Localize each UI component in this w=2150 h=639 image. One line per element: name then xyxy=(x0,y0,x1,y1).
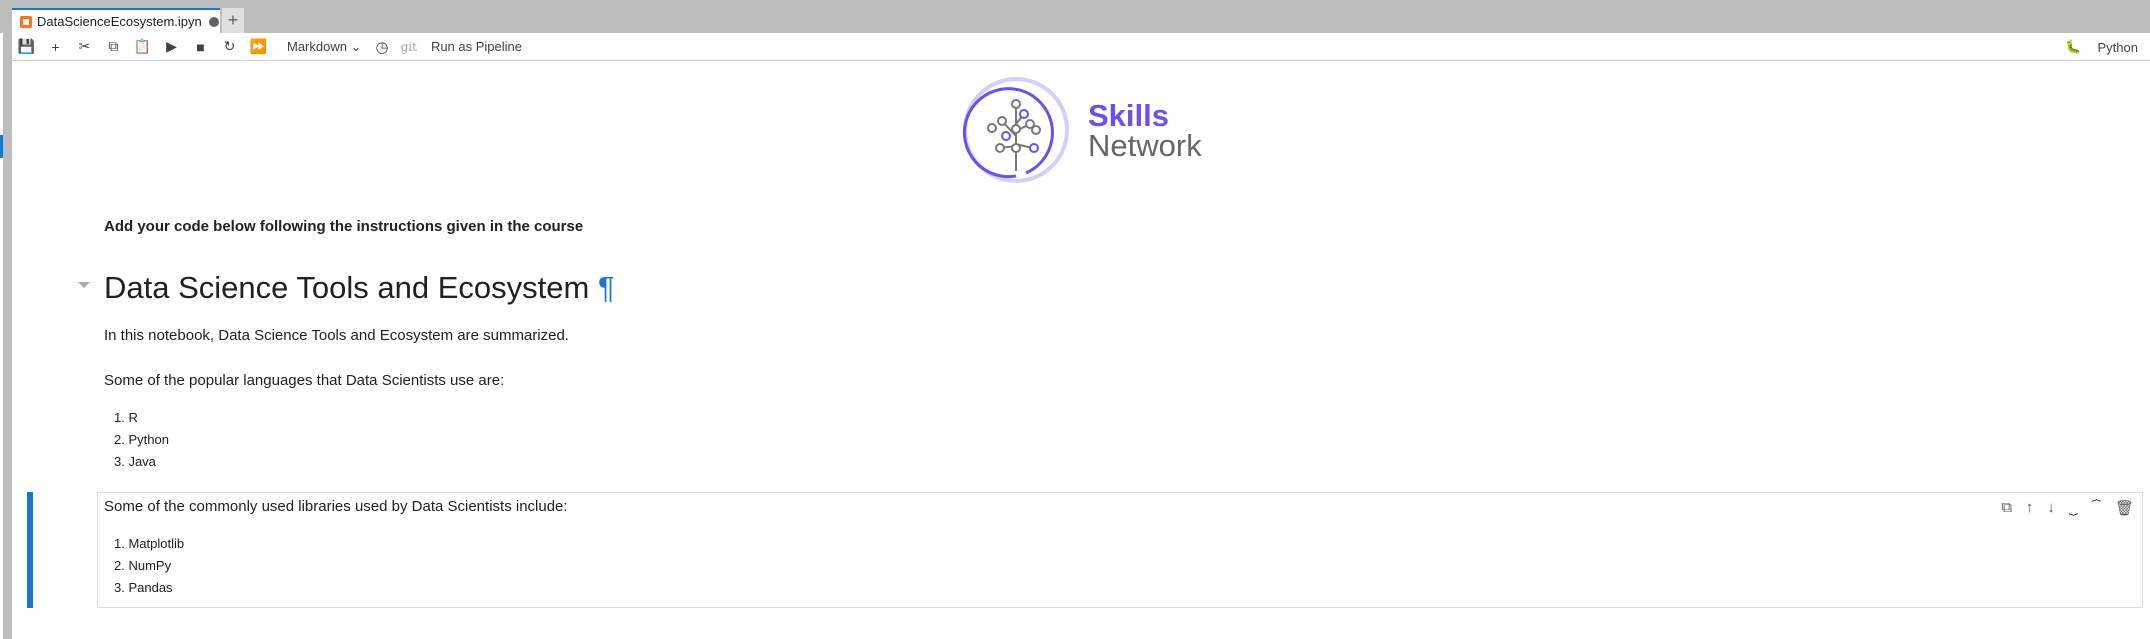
insert-above-icon[interactable]: ⏟ xyxy=(2069,499,2078,517)
kernel-name[interactable]: Python xyxy=(2098,40,2138,55)
anchor-link[interactable]: ¶ xyxy=(598,270,615,305)
clock-icon[interactable]: ◷ xyxy=(376,38,389,56)
delete-icon[interactable]: 🗑 xyxy=(2115,499,2134,517)
heading-text: Data Science Tools and Ecosystem xyxy=(104,270,590,305)
active-markdown-cell[interactable]: Some of the commonly used libraries used… xyxy=(97,492,2143,608)
add-tab-button[interactable]: + xyxy=(222,8,244,33)
chevron-down-icon: ⌄ xyxy=(350,38,362,54)
run-icon[interactable]: ▶ xyxy=(157,38,186,55)
move-up-icon[interactable]: ↑ xyxy=(2026,499,2034,517)
list-item: 2. Python xyxy=(114,432,169,447)
active-cell-bar[interactable] xyxy=(27,492,33,608)
sidebar-strip xyxy=(3,33,12,639)
fast-forward-icon[interactable]: ⏩ xyxy=(244,38,273,55)
paste-icon[interactable]: 📋 xyxy=(128,38,157,55)
cell-type-value: Markdown xyxy=(287,38,347,54)
intro-text: In this notebook, Data Science Tools and… xyxy=(104,327,569,344)
run-pipeline-button[interactable]: Run as Pipeline xyxy=(431,39,522,54)
collapse-caret-icon[interactable] xyxy=(78,282,90,288)
tab-title: DataScienceEcosystem.ipyn xyxy=(37,14,202,29)
add-icon[interactable]: + xyxy=(41,39,70,55)
instruction-text: Add your code below following the instru… xyxy=(104,218,584,235)
list-item: 1. Matplotlib xyxy=(114,536,185,551)
bug-icon[interactable]: 🐛 xyxy=(2065,39,2081,55)
skills-network-logo xyxy=(962,77,1069,183)
languages-intro: Some of the popular languages that Data … xyxy=(104,372,505,389)
active-indicator xyxy=(0,135,3,158)
copy-icon[interactable]: ⧉ xyxy=(99,38,128,55)
insert-below-icon[interactable]: ⏞ xyxy=(2092,499,2101,517)
save-icon[interactable]: 💾 xyxy=(12,38,41,55)
notebook-tab[interactable]: DataScienceEcosystem.ipyn xyxy=(12,8,220,33)
logo-text-network: Network xyxy=(1088,128,1202,163)
unsaved-dot-icon[interactable] xyxy=(208,16,219,27)
notebook-toolbar: 💾 + ✂ ⧉ 📋 ▶ ■ ↻ ⏩ Markdown ⌄ ◷ git Run a… xyxy=(12,33,2150,61)
tab-bar xyxy=(0,0,2150,33)
restart-icon[interactable]: ↻ xyxy=(215,38,244,55)
cell-type-select[interactable]: Markdown ⌄ xyxy=(287,39,362,55)
duplicate-icon[interactable]: ⧉ xyxy=(2001,499,2012,517)
list-item: 3. Pandas xyxy=(114,580,173,595)
list-item: 3. Java xyxy=(114,454,156,469)
cut-icon[interactable]: ✂ xyxy=(70,38,99,55)
page-title: Data Science Tools and Ecosystem ¶ xyxy=(104,270,615,306)
list-item: 2. NumPy xyxy=(114,558,172,573)
stop-icon[interactable]: ■ xyxy=(186,39,215,55)
move-down-icon[interactable]: ↓ xyxy=(2047,499,2055,517)
cell-actions: ⧉ ↑ ↓ ⏟ ⏞ 🗑 xyxy=(2001,499,2134,517)
list-item: 1. R xyxy=(114,410,138,425)
git-button[interactable]: git xyxy=(401,40,417,54)
notebook-icon xyxy=(20,15,32,28)
libraries-intro: Some of the commonly used libraries used… xyxy=(104,498,568,515)
